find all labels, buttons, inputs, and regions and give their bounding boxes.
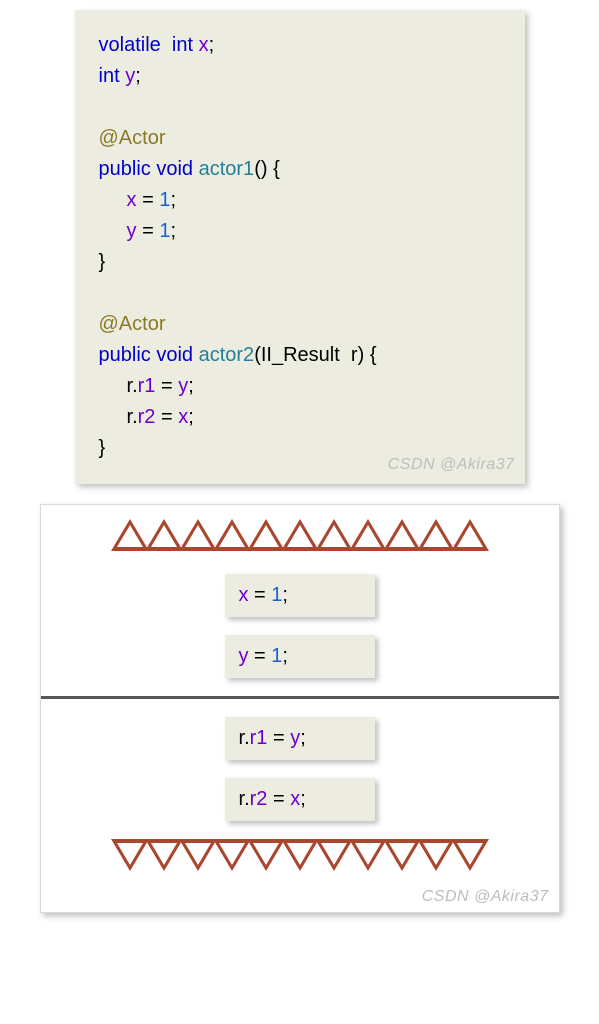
semicolon: ; xyxy=(209,34,215,56)
op-eq: = xyxy=(161,406,173,428)
annotation-actor: @Actor xyxy=(99,313,166,335)
fence-top-icon xyxy=(41,519,559,556)
semicolon: ; xyxy=(282,584,288,606)
keyword-volatile: volatile xyxy=(99,34,161,56)
statement-box: y = 1; xyxy=(225,635,375,678)
var-y: y xyxy=(127,220,137,242)
type-int: int xyxy=(99,65,120,87)
paren-open: ( xyxy=(254,158,261,180)
code-line: public void actor1() { xyxy=(99,154,501,185)
var-x: x xyxy=(290,788,300,810)
brace-open: { xyxy=(370,344,377,366)
var-x: x xyxy=(178,406,188,428)
op-eq: = xyxy=(249,584,272,606)
var-y: y xyxy=(178,375,188,397)
num: 1 xyxy=(159,189,170,211)
code-line: @Actor xyxy=(99,309,501,340)
semicolon: ; xyxy=(135,65,141,87)
code-line: y = 1; xyxy=(99,216,501,247)
code-blank-line xyxy=(99,92,501,123)
code-line: @Actor xyxy=(99,123,501,154)
keyword-void: void xyxy=(156,158,193,180)
paren-close: ) xyxy=(358,344,365,366)
op-eq: = xyxy=(267,727,290,749)
watermark-text: CSDN @Akira37 xyxy=(422,888,549,906)
semicolon: ; xyxy=(188,375,194,397)
num: 1 xyxy=(271,584,282,606)
fence-bottom-icon xyxy=(41,839,559,876)
horizontal-divider xyxy=(41,696,559,699)
var-y: y xyxy=(125,65,135,87)
memory-barrier-diagram: x = 1; y = 1; r.r1 = y; r.r2 = x; CSDN @… xyxy=(40,504,560,913)
op-eq: = xyxy=(267,788,290,810)
keyword-void: void xyxy=(156,344,193,366)
op-eq: = xyxy=(142,189,154,211)
field-r2: r2 xyxy=(250,788,268,810)
num: 1 xyxy=(271,645,282,667)
paren-open: ( xyxy=(254,344,261,366)
statement-box: r.r2 = x; xyxy=(225,778,375,821)
var-x: x xyxy=(199,34,209,56)
num: 1 xyxy=(159,220,170,242)
code-line: r.r1 = y; xyxy=(99,371,501,402)
code-block: volatile int x; int y; @Actor public voi… xyxy=(75,10,525,484)
code-line: x = 1; xyxy=(99,185,501,216)
semicolon: ; xyxy=(170,189,176,211)
semicolon: ; xyxy=(300,727,306,749)
code-line: public void actor2(II_Result r) { xyxy=(99,340,501,371)
semicolon: ; xyxy=(282,645,288,667)
code-line: r.r2 = x; xyxy=(99,402,501,433)
type-iiresult: II_Result xyxy=(261,344,340,366)
code-blank-line xyxy=(99,278,501,309)
field-r1: r1 xyxy=(138,375,156,397)
var-y: y xyxy=(239,645,249,667)
annotation-actor: @Actor xyxy=(99,127,166,149)
paren-close: ) xyxy=(261,158,268,180)
op-eq: = xyxy=(142,220,154,242)
method-actor2: actor2 xyxy=(199,344,255,366)
method-actor1: actor1 xyxy=(199,158,255,180)
brace-open: { xyxy=(273,158,280,180)
type-int: int xyxy=(172,34,193,56)
op-eq: = xyxy=(249,645,272,667)
semicolon: ; xyxy=(170,220,176,242)
op-eq: = xyxy=(161,375,173,397)
watermark-text: CSDN @Akira37 xyxy=(388,453,515,478)
code-line: int y; xyxy=(99,61,501,92)
statement-box: r.r1 = y; xyxy=(225,717,375,760)
var-x: x xyxy=(239,584,249,606)
field-r1: r1 xyxy=(250,727,268,749)
code-line: volatile int x; xyxy=(99,30,501,61)
statement-box: x = 1; xyxy=(225,574,375,617)
keyword-public: public xyxy=(99,158,151,180)
semicolon: ; xyxy=(188,406,194,428)
var-y: y xyxy=(290,727,300,749)
brace-close: } xyxy=(99,251,106,273)
semicolon: ; xyxy=(300,788,306,810)
param-r: r xyxy=(351,344,358,366)
keyword-public: public xyxy=(99,344,151,366)
code-line: } xyxy=(99,247,501,278)
brace-close: } xyxy=(99,437,106,459)
var-x: x xyxy=(127,189,137,211)
field-r2: r2 xyxy=(138,406,156,428)
